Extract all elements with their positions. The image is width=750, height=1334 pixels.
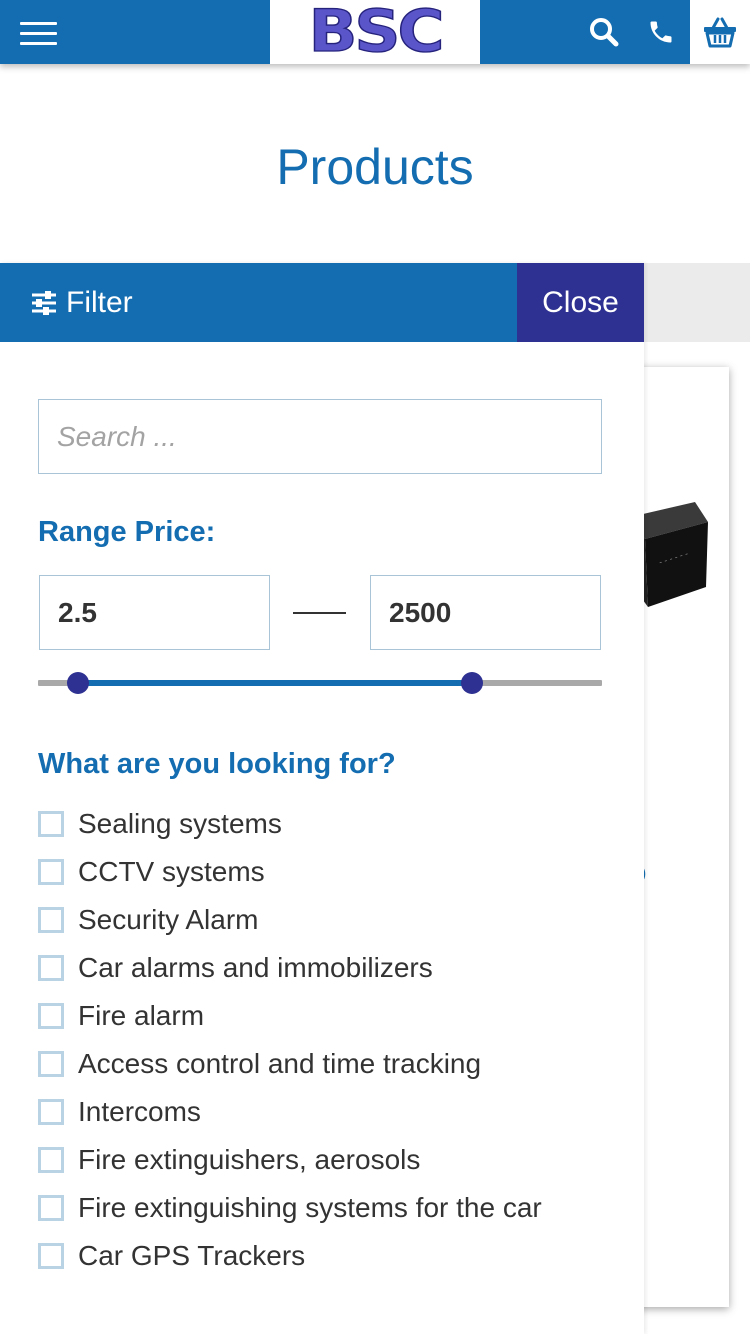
price-max-input[interactable] [370,575,601,650]
phone-icon[interactable] [643,14,679,50]
filter-label: Filter [66,285,133,319]
category-item[interactable]: Security Alarm [38,896,628,944]
category-item[interactable]: Car GPS Trackers [38,1232,628,1280]
basket-icon [704,17,736,48]
checkbox[interactable] [38,1099,64,1125]
checkbox[interactable] [38,955,64,981]
category-label: Fire extinguishers, aerosols [78,1144,421,1175]
logo-text: BSC [308,0,445,66]
filter-header: Filter Close [0,263,644,342]
price-min-input[interactable] [39,575,270,650]
category-item[interactable]: Intercoms [38,1088,628,1136]
category-label: Fire alarm [78,1000,205,1031]
basket-button[interactable] [690,0,750,64]
price-slider-max-handle[interactable] [461,672,483,694]
menu-icon[interactable] [20,22,57,46]
category-list: Sealing systems CCTV systems Security Al… [38,800,628,1280]
category-label: Security Alarm [78,904,259,935]
top-header: BSC [0,0,750,64]
category-item[interactable]: Fire alarm [38,992,628,1040]
category-label: Sealing systems [78,808,282,839]
category-item[interactable]: Car alarms and immobilizers [38,944,628,992]
search-input[interactable] [38,399,602,474]
category-item[interactable]: CCTV systems [38,848,628,896]
checkbox[interactable] [38,1195,64,1221]
category-label: Access control and time tracking [78,1048,482,1079]
filter-title: Filter [30,263,133,342]
checkbox[interactable] [38,859,64,885]
category-item[interactable]: Fire extinguishers, aerosols [38,1136,628,1184]
checkbox[interactable] [38,811,64,837]
price-slider-range [78,680,472,686]
page-title: Products [276,139,474,195]
category-item[interactable]: Access control and time tracking [38,1040,628,1088]
checkbox[interactable] [38,907,64,933]
filter-sliders-icon [32,290,56,315]
category-label: Intercoms [78,1096,201,1127]
category-label: Car alarms and immobilizers [78,952,433,983]
category-label: Car GPS Trackers [78,1240,306,1271]
search-icon[interactable] [586,14,622,50]
price-range-title: Range Price: [38,516,216,548]
category-label: CCTV systems [78,856,265,887]
logo[interactable]: BSC [270,0,480,64]
checkbox[interactable] [38,1051,64,1077]
price-slider-min-handle[interactable] [67,672,89,694]
category-label: Fire extinguishing systems for the car [78,1192,542,1223]
close-button[interactable]: Close [517,263,644,342]
checkbox[interactable] [38,1243,64,1269]
filter-drawer: Filter Close Range Price: What are you l… [0,263,644,1334]
checkbox[interactable] [38,1147,64,1173]
category-item[interactable]: Sealing systems [38,800,628,848]
range-separator [293,612,346,614]
category-item[interactable]: Fire extinguishing systems for the car [38,1184,628,1232]
checkbox[interactable] [38,1003,64,1029]
categories-title: What are you looking for? [38,748,396,780]
